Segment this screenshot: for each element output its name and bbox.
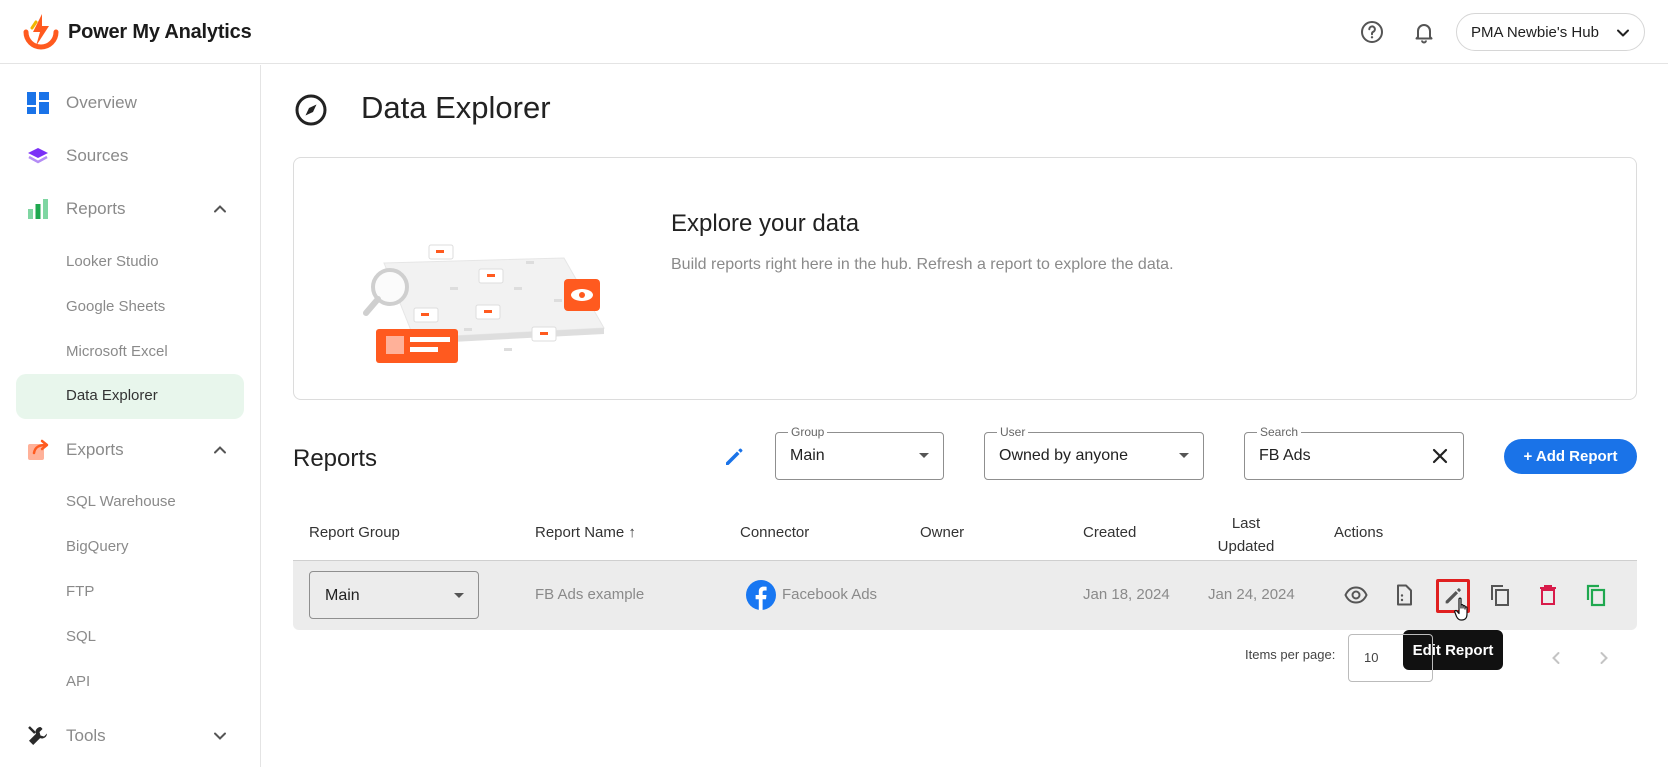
sidebar-item-tools[interactable]: Tools — [26, 724, 106, 748]
brand-bolt-icon — [23, 14, 59, 50]
column-header-actions: Actions — [1334, 524, 1384, 541]
help-icon[interactable] — [1360, 20, 1384, 44]
row-group-select[interactable]: Main — [309, 571, 479, 619]
export-icon — [28, 439, 49, 460]
duplicate-icon[interactable] — [1488, 583, 1512, 607]
hand-cursor-icon — [1454, 597, 1468, 621]
sidebar-subitem-ftp[interactable]: FTP — [66, 583, 94, 600]
bar-chart-icon — [28, 199, 48, 219]
delete-icon[interactable] — [1536, 583, 1560, 607]
bell-icon[interactable] — [1412, 20, 1436, 44]
sidebar-subitem-google-sheets[interactable]: Google Sheets — [66, 298, 165, 315]
sidebar-subitem-api[interactable]: API — [66, 673, 90, 690]
sidebar-item-exports[interactable]: Exports — [26, 438, 124, 462]
overview-icon — [27, 92, 49, 114]
add-report-button[interactable]: + Add Report — [1504, 439, 1637, 474]
items-per-page-label: Items per page: — [1245, 647, 1336, 662]
sidebar-subitem-looker-studio[interactable]: Looker Studio — [66, 253, 159, 270]
dropdown-caret-icon — [919, 453, 929, 458]
items-per-page-value: 10 — [1364, 650, 1379, 665]
group-filter-label: Group — [788, 425, 828, 439]
page-title: Data Explorer — [361, 90, 551, 125]
next-page-icon[interactable] — [1594, 648, 1614, 668]
sidebar-item-label: Overview — [66, 93, 137, 112]
data-grid-illustration — [363, 244, 605, 363]
user-filter-label: User — [997, 425, 1029, 439]
chevron-down-icon[interactable] — [210, 726, 230, 746]
column-header-connector[interactable]: Connector — [740, 524, 809, 541]
chevron-up-icon[interactable] — [210, 440, 230, 460]
table-row: Main FB Ads example Facebook Ads Jan 18,… — [293, 561, 1637, 630]
row-connector: Facebook Ads — [782, 586, 878, 603]
column-header-report-name[interactable]: Report Name ↑ — [535, 524, 636, 541]
sidebar-item-label: Exports — [66, 440, 124, 459]
top-header: Power My Analytics PMA Newbie's Hub — [0, 0, 1668, 64]
sidebar-item-reports[interactable]: Reports — [26, 197, 126, 221]
hero-title: Explore your data — [671, 210, 860, 237]
eye-icon[interactable] — [1344, 583, 1368, 607]
sidebar-subitem-bigquery[interactable]: BigQuery — [66, 538, 129, 555]
row-group-value: Main — [325, 587, 360, 604]
column-header-owner[interactable]: Owner — [920, 524, 964, 541]
row-report-name[interactable]: FB Ads example — [535, 586, 644, 603]
column-header-report-group[interactable]: Report Group — [309, 524, 400, 541]
column-header-created[interactable]: Created — [1083, 524, 1136, 541]
dropdown-caret-icon — [454, 593, 464, 598]
sidebar-item-label: Sources — [66, 146, 129, 165]
hub-selector[interactable]: PMA Newbie's Hub — [1456, 13, 1645, 51]
items-per-page-select[interactable]: 10 — [1348, 634, 1433, 682]
sidebar-subitem-sql[interactable]: SQL — [66, 628, 96, 645]
copy-icon[interactable] — [1584, 583, 1608, 607]
edit-groups-pencil-icon[interactable] — [722, 445, 746, 469]
search-input[interactable]: Search FB Ads — [1244, 425, 1464, 480]
chevron-down-icon — [1617, 29, 1629, 37]
column-header-last-updated[interactable]: Last Updated — [1206, 512, 1286, 558]
hero-subtitle: Build reports right here in the hub. Ref… — [671, 256, 1174, 273]
sidebar-subitem-data-explorer[interactable]: Data Explorer — [16, 374, 244, 419]
layers-icon — [28, 148, 48, 164]
sidebar-item-label: Tools — [66, 726, 106, 745]
chevron-up-icon[interactable] — [210, 199, 230, 219]
row-updated: Jan 24, 2024 — [1208, 586, 1295, 603]
sidebar-item-label: Reports — [66, 199, 126, 218]
user-filter-select[interactable]: User Owned by anyone — [984, 425, 1204, 480]
row-created: Jan 18, 2024 — [1083, 586, 1170, 603]
facebook-icon — [746, 580, 776, 610]
brand-logo[interactable]: Power My Analytics — [22, 14, 252, 50]
sidebar-subitem-microsoft-excel[interactable]: Microsoft Excel — [66, 343, 168, 360]
previous-page-icon[interactable] — [1546, 648, 1566, 668]
sidebar-item-overview[interactable]: Overview — [26, 91, 137, 115]
search-label: Search — [1257, 425, 1302, 439]
group-filter-value: Main — [790, 447, 825, 464]
refresh-report-icon[interactable] — [1392, 583, 1416, 607]
group-filter-select[interactable]: Group Main — [775, 425, 944, 480]
sidebar: Overview Sources Reports Looker Studio G… — [0, 65, 261, 767]
clear-search-icon[interactable] — [1429, 445, 1451, 467]
hero-card: Explore your data Build reports right he… — [293, 157, 1637, 400]
search-value: FB Ads — [1259, 447, 1311, 464]
sidebar-subitem-sql-warehouse[interactable]: SQL Warehouse — [66, 493, 176, 510]
reports-section-title: Reports — [293, 445, 378, 472]
sidebar-subitem-label: Data Explorer — [66, 387, 158, 404]
compass-icon — [295, 94, 327, 126]
wrench-icon — [28, 726, 47, 745]
hub-selector-label: PMA Newbie's Hub — [1471, 23, 1599, 41]
sidebar-item-sources[interactable]: Sources — [26, 144, 128, 168]
brand-name: Power My Analytics — [68, 20, 252, 43]
user-filter-value: Owned by anyone — [999, 447, 1128, 464]
dropdown-caret-icon — [1179, 453, 1189, 458]
